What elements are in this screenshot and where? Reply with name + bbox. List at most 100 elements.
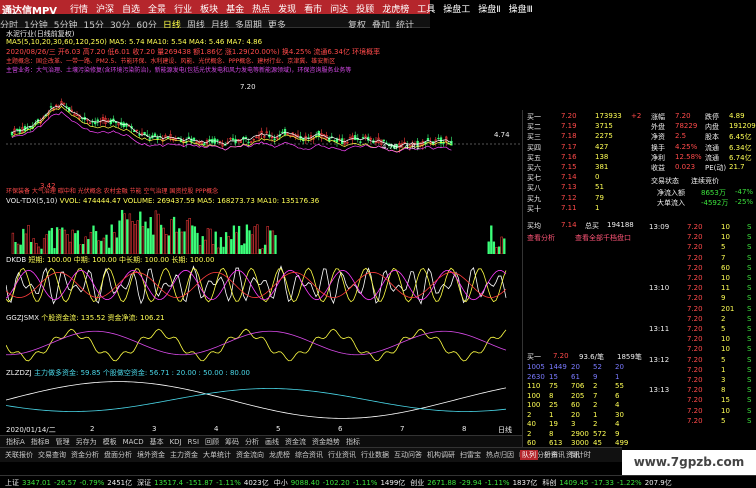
- volume-bar: [162, 227, 165, 254]
- indicator-tab[interactable]: KDJ: [170, 438, 182, 446]
- stat-value: 191209: [729, 122, 756, 131]
- volume-bar: [94, 231, 98, 254]
- bottom-nav-item[interactable]: 大单统计: [203, 450, 231, 460]
- indicator-tab[interactable]: 基本: [150, 437, 164, 447]
- volume-bar: [224, 232, 228, 254]
- volume-bar: [131, 221, 134, 254]
- menu-item[interactable]: 操盘Ⅱ: [478, 5, 500, 15]
- index-quote[interactable]: 创业 2671.88 -29.94 -1.11% 1837亿: [410, 477, 537, 488]
- trade-status-value: 连续竞价: [691, 177, 719, 185]
- dkdb-midlong-line: [6, 269, 507, 301]
- tick-side: S: [747, 355, 752, 364]
- tick-side: S: [747, 304, 752, 313]
- queue-cell: 61: [571, 372, 580, 381]
- buy-level-label: 买三: [527, 133, 541, 142]
- tick-price: 7.20: [687, 233, 703, 242]
- trade-status-label: 交易状态: [651, 177, 679, 185]
- bottom-nav-item[interactable]: 互动问答: [394, 450, 422, 460]
- tick-vol: 1: [721, 365, 726, 374]
- indicator-tab[interactable]: 管理: [56, 437, 70, 447]
- bottom-nav-item[interactable]: 行业资讯: [328, 450, 356, 460]
- index-quote[interactable]: 中小 9088.40 -102.20 -1.11% 1499亿: [274, 477, 406, 488]
- flow-label: 大单流入: [657, 199, 685, 207]
- volume-bar: [118, 220, 121, 254]
- bottom-nav-item[interactable]: 行业数据: [361, 450, 389, 460]
- indicator-tab[interactable]: 资金趋势: [312, 437, 340, 447]
- volume-bar: [120, 209, 124, 254]
- analysis-link[interactable]: 查看分析: [527, 233, 555, 243]
- volume-bar: [165, 234, 168, 254]
- tick-vol: 2: [721, 314, 726, 323]
- volume-bar: [274, 235, 277, 254]
- tick-vol: 15: [721, 396, 730, 405]
- tick-price: 7.20: [687, 294, 703, 303]
- candlestick-chart[interactable]: [6, 66, 522, 194]
- right-tab[interactable]: 资讯: [564, 450, 582, 460]
- index-quote[interactable]: 科创 1409.45 -17.33 -1.22% 207.9亿: [542, 477, 671, 488]
- right-tab[interactable]: 分布: [542, 450, 560, 460]
- bottom-nav-item[interactable]: 扫雷宝: [460, 450, 481, 460]
- index-quote[interactable]: 深证 13517.4 -151.87 -1.11% 4023亿: [137, 477, 269, 488]
- volume-bar: [79, 244, 82, 254]
- depth-link[interactable]: 查看全部千档盘口: [575, 233, 631, 243]
- index-quote[interactable]: 上证 3347.01 -26.57 -0.79% 2451亿: [5, 477, 132, 488]
- bottom-nav-item[interactable]: 盘面分析: [104, 450, 132, 460]
- zlzdzj-chart[interactable]: [6, 377, 516, 423]
- queue-cell: 6: [615, 391, 620, 400]
- volume-bar: [209, 228, 212, 254]
- bottom-nav-item[interactable]: 龙虎榜: [269, 450, 290, 460]
- tick-time: 13:13: [649, 386, 670, 395]
- x-tick: 6: [338, 425, 343, 433]
- menu-item[interactable]: 操盘工: [443, 5, 470, 15]
- tick-price: 7.20: [687, 345, 703, 354]
- indicator-tab[interactable]: 画线: [265, 437, 279, 447]
- queue-cell: 1: [549, 410, 554, 419]
- ggzjsmx-chart[interactable]: [6, 322, 516, 364]
- volume-bar: [50, 227, 54, 254]
- tick-price: 7.20: [687, 335, 703, 344]
- indicator-tab[interactable]: 指标A: [6, 437, 25, 447]
- indicator-tab[interactable]: 模板: [103, 437, 117, 447]
- indicator-tab[interactable]: 分析: [245, 437, 259, 447]
- volume-bar: [250, 234, 254, 254]
- indicator-tab[interactable]: 指标: [346, 437, 360, 447]
- indicator-tab[interactable]: RSI: [188, 438, 199, 446]
- volume-bar: [219, 237, 223, 254]
- tick-price: 7.20: [687, 263, 703, 272]
- bottom-nav-item[interactable]: 综合资讯: [295, 450, 323, 460]
- bottom-nav-item[interactable]: 热点归因: [486, 450, 514, 460]
- tick-side: S: [747, 396, 752, 405]
- queue-cell: 20: [615, 363, 624, 371]
- volume-bar: [256, 224, 259, 254]
- buy-level-price: 7.11: [561, 203, 577, 212]
- tick-side: S: [747, 335, 752, 344]
- tick-side: S: [747, 294, 752, 303]
- volume-bar: [159, 224, 163, 254]
- indicator-tab[interactable]: 指标B: [31, 437, 50, 447]
- bottom-nav-item[interactable]: 关联报价: [5, 450, 33, 460]
- stat-label: 净利: [651, 153, 665, 162]
- indicator-tab[interactable]: MACD: [123, 438, 144, 446]
- right-tab[interactable]: 队列: [520, 450, 538, 460]
- x-tick: 5: [276, 425, 281, 433]
- candle-body: [18, 129, 21, 133]
- dkdb-chart[interactable]: [6, 264, 516, 306]
- candle-body: [382, 139, 385, 142]
- indicator-tab[interactable]: 回顾: [205, 437, 219, 447]
- bottom-nav-item[interactable]: 交易查询: [38, 450, 66, 460]
- indicator-tab[interactable]: 另存为: [76, 437, 97, 447]
- volume-bar: [123, 213, 126, 254]
- flow-value: 8653万: [701, 189, 726, 197]
- volume-bar: [40, 248, 43, 254]
- bottom-nav-item[interactable]: 主力资金: [170, 450, 198, 460]
- indicator-tab[interactable]: 筹码: [225, 437, 239, 447]
- volume-bar: [211, 244, 215, 254]
- menu-item[interactable]: 操盘Ⅲ: [509, 5, 533, 15]
- bottom-nav-item[interactable]: 资金流向: [236, 450, 264, 460]
- bottom-nav-item[interactable]: 境外资金: [137, 450, 165, 460]
- bottom-nav-item[interactable]: 资金分析: [71, 450, 99, 460]
- volume-bar: [258, 248, 262, 254]
- bottom-nav-item[interactable]: 机构调研: [427, 450, 455, 460]
- indicator-tab[interactable]: 资金流: [285, 437, 306, 447]
- candle-body: [16, 128, 19, 131]
